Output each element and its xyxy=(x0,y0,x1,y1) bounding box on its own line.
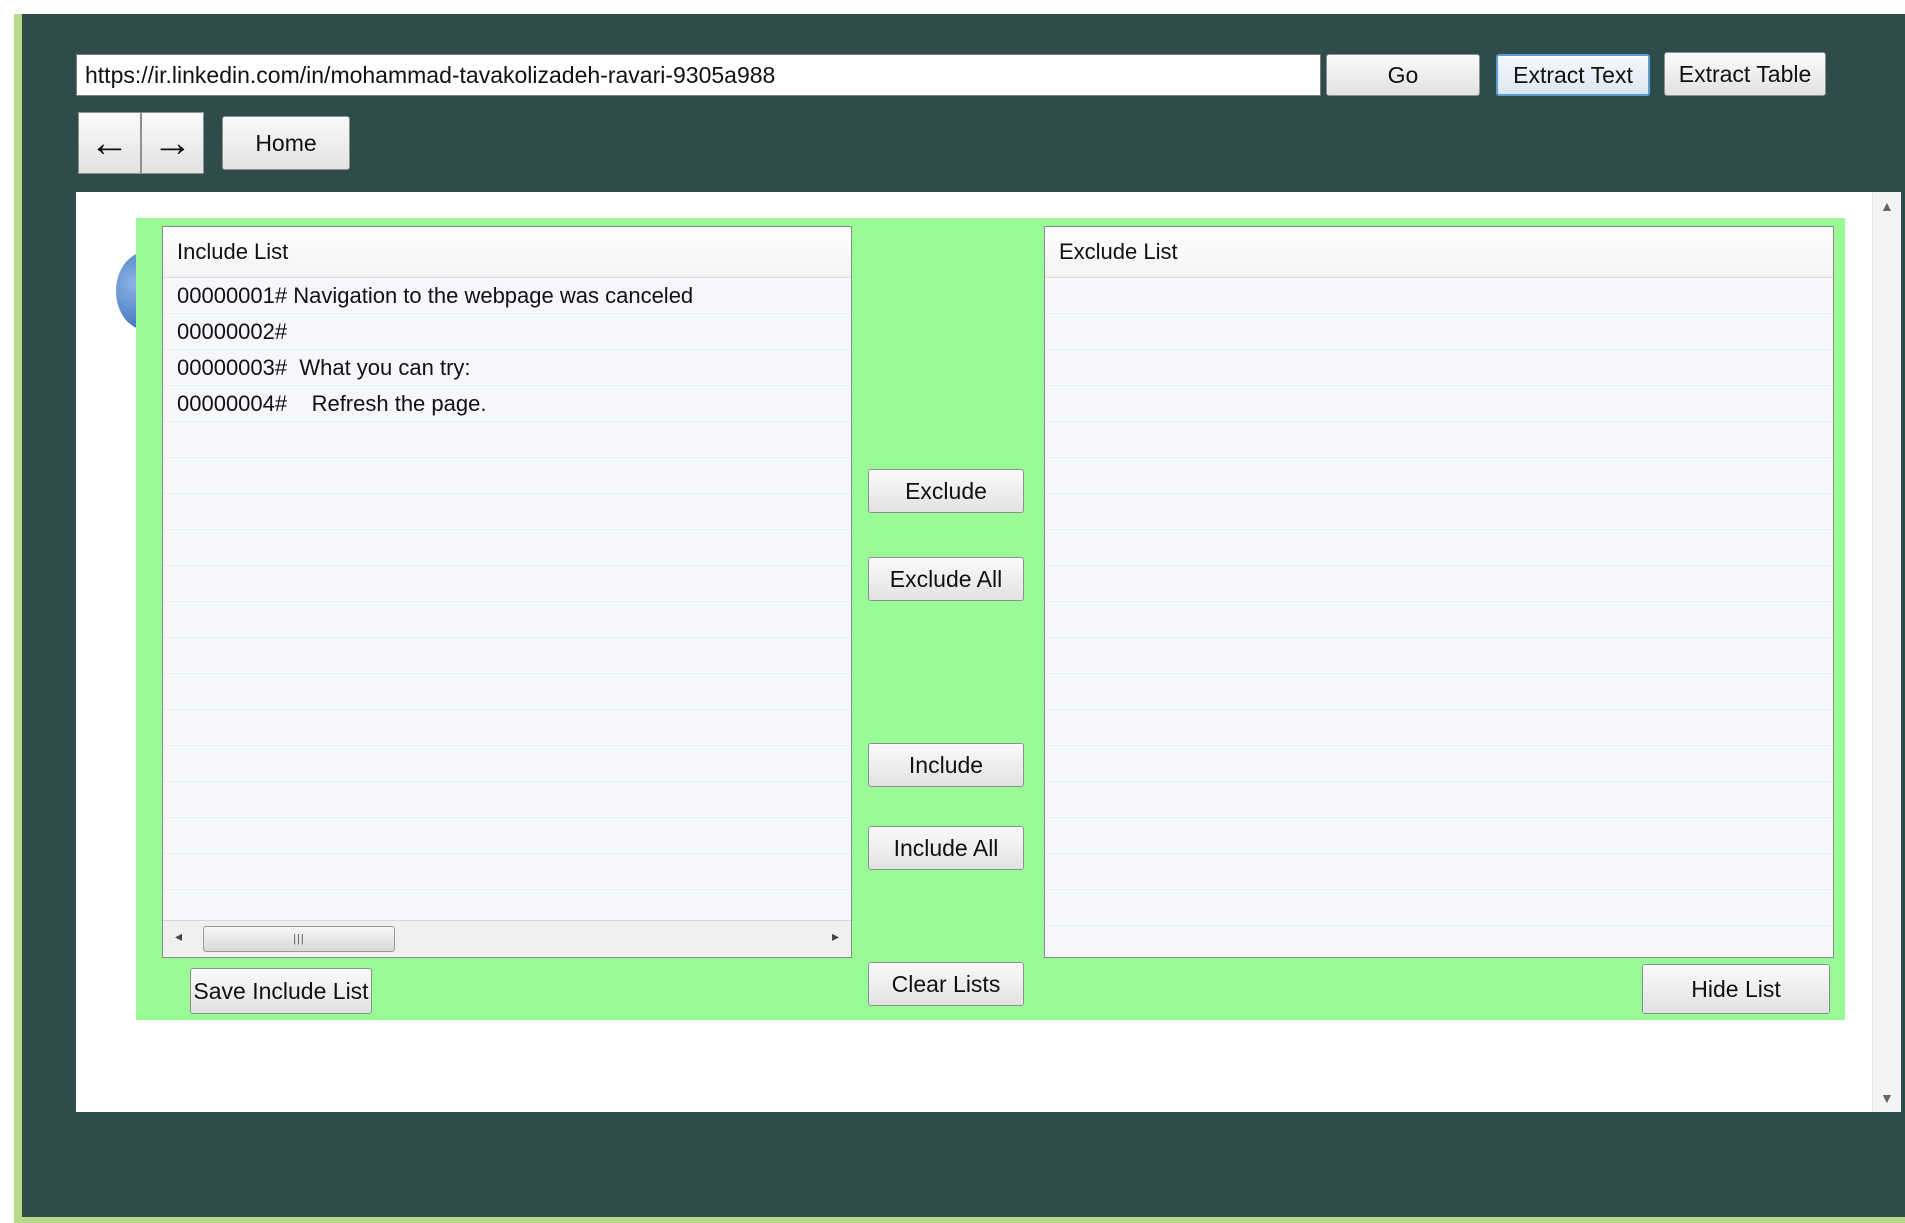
exclude-list-rows xyxy=(1045,278,1833,957)
save-include-list-button[interactable]: Save Include List xyxy=(190,968,372,1014)
home-button[interactable]: Home xyxy=(222,116,350,170)
horizontal-scrollbar[interactable]: ◂ ||| ▸ xyxy=(163,920,851,957)
go-button[interactable]: Go xyxy=(1326,54,1480,96)
forward-button[interactable]: → xyxy=(141,112,204,174)
app-window: Go Extract Text Extract Table ← → Home ▲… xyxy=(14,14,1905,1223)
list-item[interactable]: 00000004# Refresh the page. xyxy=(163,386,851,422)
scroll-left-icon[interactable]: ◂ xyxy=(175,928,182,945)
list-item[interactable]: 00000001# Navigation to the webpage was … xyxy=(163,278,851,314)
include-button[interactable]: Include xyxy=(868,743,1024,787)
list-item[interactable]: 00000002# xyxy=(163,314,851,350)
extract-table-button[interactable]: Extract Table xyxy=(1664,52,1826,96)
exclude-list-header: Exclude List xyxy=(1045,227,1833,278)
vertical-scrollbar[interactable]: ▲ ▼ xyxy=(1872,192,1901,1112)
list-item[interactable]: 00000003# What you can try: xyxy=(163,350,851,386)
extract-text-button[interactable]: Extract Text xyxy=(1496,54,1650,96)
scroll-right-icon[interactable]: ▸ xyxy=(832,928,839,945)
exclude-all-button[interactable]: Exclude All xyxy=(868,557,1024,601)
arrow-left-icon: ← xyxy=(89,121,130,165)
include-list-header: Include List xyxy=(163,227,851,278)
navigation-buttons: ← → xyxy=(78,112,205,174)
scroll-thumb-grip-icon: ||| xyxy=(293,933,305,945)
hide-list-button[interactable]: Hide List xyxy=(1642,964,1830,1014)
include-list-rows: 00000001# Navigation to the webpage was … xyxy=(163,278,851,957)
back-button[interactable]: ← xyxy=(78,112,141,174)
scroll-down-icon[interactable]: ▼ xyxy=(1880,1090,1894,1106)
include-list[interactable]: Include List 00000001# Navigation to the… xyxy=(162,226,852,958)
list-panel: Include List 00000001# Navigation to the… xyxy=(136,218,1845,1020)
arrow-right-icon: → xyxy=(152,121,193,165)
exclude-list[interactable]: Exclude List xyxy=(1044,226,1834,958)
scroll-thumb[interactable]: ||| xyxy=(203,926,395,952)
url-input[interactable] xyxy=(76,54,1321,96)
include-all-button[interactable]: Include All xyxy=(868,826,1024,870)
scroll-up-icon[interactable]: ▲ xyxy=(1880,198,1894,214)
exclude-button[interactable]: Exclude xyxy=(868,469,1024,513)
clear-lists-button[interactable]: Clear Lists xyxy=(868,962,1024,1006)
